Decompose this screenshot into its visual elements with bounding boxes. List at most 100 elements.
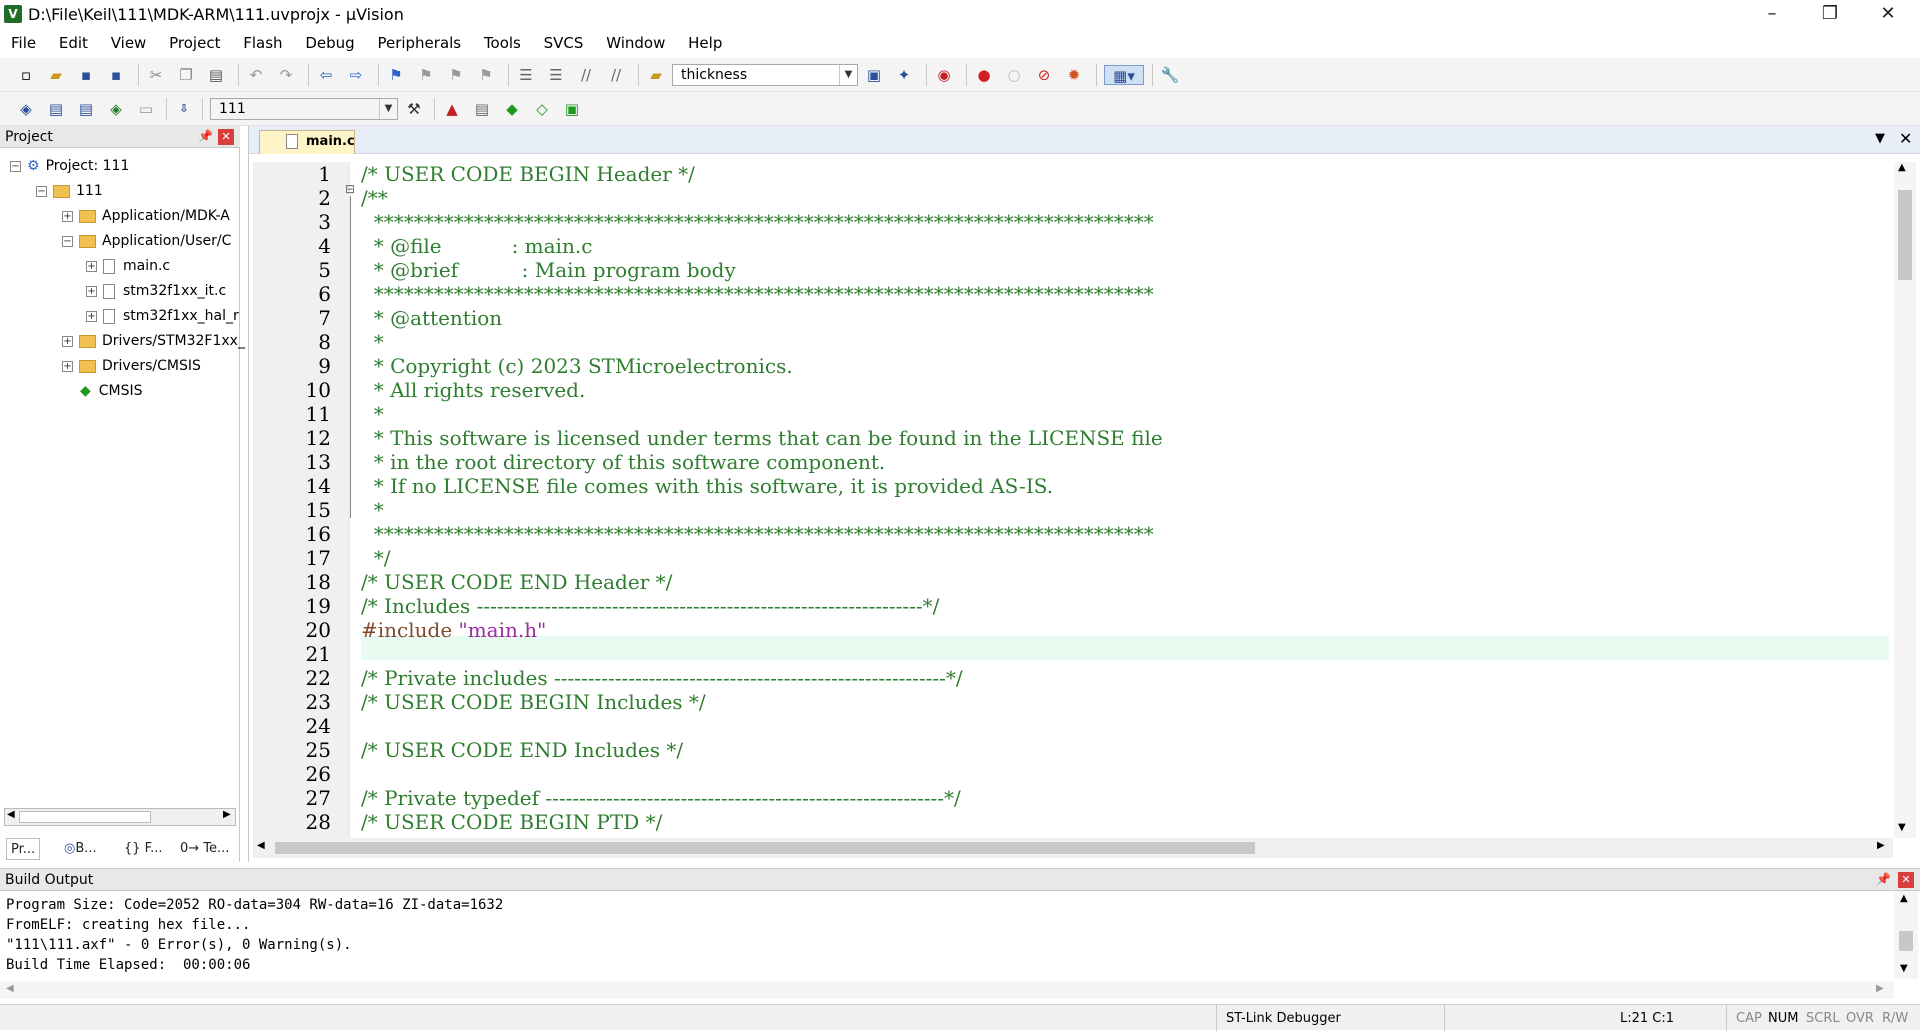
redo-icon[interactable]: ↷ bbox=[276, 65, 296, 85]
manage-project-items-icon[interactable]: ▲ bbox=[442, 99, 462, 119]
unindent-icon[interactable]: ☰ bbox=[546, 65, 566, 85]
chevron-down-icon[interactable]: ▼ bbox=[379, 99, 397, 119]
chevron-down-icon[interactable]: ▼ bbox=[1875, 131, 1885, 146]
breakpoint-icon[interactable]: ● bbox=[974, 65, 994, 85]
expand-icon[interactable]: + bbox=[86, 260, 97, 272]
code-line[interactable]: /* Includes ----------------------------… bbox=[361, 594, 939, 618]
editor-hscrollbar[interactable]: ◀ ▶ bbox=[253, 838, 1893, 858]
code-line[interactable]: * bbox=[361, 330, 384, 354]
tree-item-file[interactable]: + main.c bbox=[86, 254, 170, 278]
scroll-right-icon[interactable]: ▶ bbox=[1876, 983, 1884, 994]
code-line[interactable]: * If no LICENSE file comes with this sof… bbox=[361, 474, 1053, 498]
expand-icon[interactable]: + bbox=[86, 310, 97, 322]
scroll-thumb[interactable] bbox=[19, 811, 151, 823]
scroll-thumb[interactable] bbox=[275, 842, 1255, 854]
minimize-button[interactable]: – bbox=[1744, 0, 1800, 30]
uncomment-icon[interactable]: // bbox=[606, 65, 626, 85]
tree-item-target[interactable]: − 111 bbox=[36, 179, 103, 203]
pin-icon[interactable]: 📌 bbox=[198, 129, 213, 143]
undo-icon[interactable]: ↶ bbox=[246, 65, 266, 85]
new-file-icon[interactable]: ▫ bbox=[16, 65, 36, 85]
menu-svcs[interactable]: SVCS bbox=[535, 30, 593, 56]
cut-icon[interactable]: ✂ bbox=[146, 65, 166, 85]
tree-item-file[interactable]: + stm32f1xx_it.c bbox=[86, 279, 226, 303]
tab-project[interactable]: Pr... bbox=[6, 838, 41, 860]
navigate-back-icon[interactable]: ⇦ bbox=[316, 65, 336, 85]
next-bookmark-icon[interactable]: ⚑ bbox=[446, 65, 466, 85]
code-line[interactable]: /* USER CODE BEGIN PTD */ bbox=[361, 810, 662, 834]
menu-view[interactable]: View bbox=[102, 30, 156, 56]
code-line[interactable]: /* Private typedef ---------------------… bbox=[361, 786, 961, 810]
translate-icon[interactable]: ◈ bbox=[16, 99, 36, 119]
tree-item-group[interactable]: + Application/MDK-A bbox=[62, 204, 230, 228]
comment-icon[interactable]: // bbox=[576, 65, 596, 85]
target-options-icon[interactable]: ⚒ bbox=[404, 99, 424, 119]
bookmark-icon[interactable]: ⚑ bbox=[386, 65, 406, 85]
prev-bookmark-icon[interactable]: ⚑ bbox=[416, 65, 436, 85]
code-line[interactable]: /* Private includes --------------------… bbox=[361, 666, 963, 690]
scroll-left-icon[interactable]: ◀ bbox=[7, 809, 15, 820]
find-combo[interactable]: thickness ▼ bbox=[672, 64, 858, 86]
code-line[interactable]: * This software is licensed under terms … bbox=[361, 426, 1163, 450]
code-line[interactable]: /* USER CODE BEGIN Includes */ bbox=[361, 690, 706, 714]
indent-icon[interactable]: ☰ bbox=[516, 65, 536, 85]
tree-item-group[interactable]: − Application/User/C bbox=[62, 229, 231, 253]
configure-icon[interactable]: 🔧 bbox=[1160, 65, 1180, 85]
scroll-up-icon[interactable]: ▲ bbox=[1898, 162, 1906, 173]
scroll-down-icon[interactable]: ▼ bbox=[1900, 963, 1908, 974]
build-icon[interactable]: ▤ bbox=[46, 99, 66, 119]
scroll-thumb[interactable] bbox=[1899, 931, 1913, 951]
rebuild-icon[interactable]: ▤ bbox=[76, 99, 96, 119]
stop-build-icon[interactable]: ▭ bbox=[136, 99, 156, 119]
code-line[interactable]: ****************************************… bbox=[361, 210, 1154, 234]
scroll-right-icon[interactable]: ▶ bbox=[1877, 840, 1885, 851]
scroll-down-icon[interactable]: ▼ bbox=[1898, 822, 1906, 833]
navigate-forward-icon[interactable]: ⇨ bbox=[346, 65, 366, 85]
pack-manager-icon[interactable]: ▣ bbox=[562, 99, 582, 119]
close-button[interactable]: ✕ bbox=[1860, 0, 1916, 30]
menu-peripherals[interactable]: Peripherals bbox=[368, 30, 470, 56]
expand-icon[interactable]: + bbox=[86, 285, 97, 297]
clear-bookmarks-icon[interactable]: ⚑ bbox=[476, 65, 496, 85]
code-area[interactable]: 1/* USER CODE BEGIN Header */2/** 3 *****… bbox=[249, 162, 1889, 838]
collapse-icon[interactable]: − bbox=[36, 185, 47, 197]
code-line[interactable]: * bbox=[361, 402, 384, 426]
expand-icon[interactable]: + bbox=[62, 360, 73, 372]
code-line[interactable]: ****************************************… bbox=[361, 282, 1154, 306]
build-vscrollbar[interactable]: ▲ ▼ bbox=[1894, 891, 1918, 979]
code-line[interactable]: /* USER CODE END Header */ bbox=[361, 570, 672, 594]
copy-icon[interactable]: ❐ bbox=[176, 65, 196, 85]
tree-item-group[interactable]: + Drivers/STM32F1xx_ bbox=[62, 329, 245, 353]
pack-installer-icon[interactable]: ◇ bbox=[532, 99, 552, 119]
expand-icon[interactable]: + bbox=[62, 335, 73, 347]
disable-all-breakpoints-icon[interactable]: ⊘ bbox=[1034, 65, 1054, 85]
scroll-right-icon[interactable]: ▶ bbox=[223, 809, 231, 820]
batch-build-icon[interactable]: ◈ bbox=[106, 99, 126, 119]
code-line[interactable]: /** bbox=[361, 186, 388, 210]
restore-button[interactable]: ❐ bbox=[1802, 0, 1858, 30]
close-icon[interactable]: ✕ bbox=[218, 129, 234, 145]
download-icon[interactable]: ⇩ bbox=[174, 99, 194, 119]
tree-item-group[interactable]: + Drivers/CMSIS bbox=[62, 354, 201, 378]
build-hscrollbar[interactable]: ◀ ▶ bbox=[0, 981, 1894, 999]
code-line[interactable]: * @attention bbox=[361, 306, 502, 330]
menu-debug[interactable]: Debug bbox=[296, 30, 363, 56]
tab-templates[interactable]: 0→ Te... bbox=[180, 838, 229, 860]
scroll-left-icon[interactable]: ◀ bbox=[6, 983, 14, 994]
code-line[interactable]: #include "main.h" bbox=[361, 618, 546, 642]
expand-icon[interactable]: + bbox=[62, 210, 73, 222]
chevron-down-icon[interactable]: ▼ bbox=[839, 65, 857, 85]
paste-icon[interactable]: ▤ bbox=[206, 65, 226, 85]
open-folder-icon[interactable]: ▰ bbox=[46, 65, 66, 85]
window-layout-icon[interactable]: ▦▾ bbox=[1104, 65, 1144, 85]
select-packs-icon[interactable]: ▤ bbox=[472, 99, 492, 119]
kill-breakpoints-icon[interactable]: ✹ bbox=[1064, 65, 1084, 85]
editor-vscrollbar[interactable]: ▲ ▼ bbox=[1894, 162, 1916, 838]
close-icon[interactable]: ✕ bbox=[1899, 129, 1912, 148]
tab-main-c[interactable]: main.c bbox=[259, 130, 355, 154]
disable-breakpoint-icon[interactable]: ○ bbox=[1004, 65, 1024, 85]
save-all-icon[interactable]: ▪ bbox=[106, 65, 126, 85]
tree-item-cmsis[interactable]: ◆ CMSIS bbox=[80, 379, 143, 403]
project-hscrollbar[interactable]: ◀ ▶ bbox=[4, 808, 236, 826]
tree-item-file[interactable]: + stm32f1xx_hal_r bbox=[86, 304, 239, 328]
